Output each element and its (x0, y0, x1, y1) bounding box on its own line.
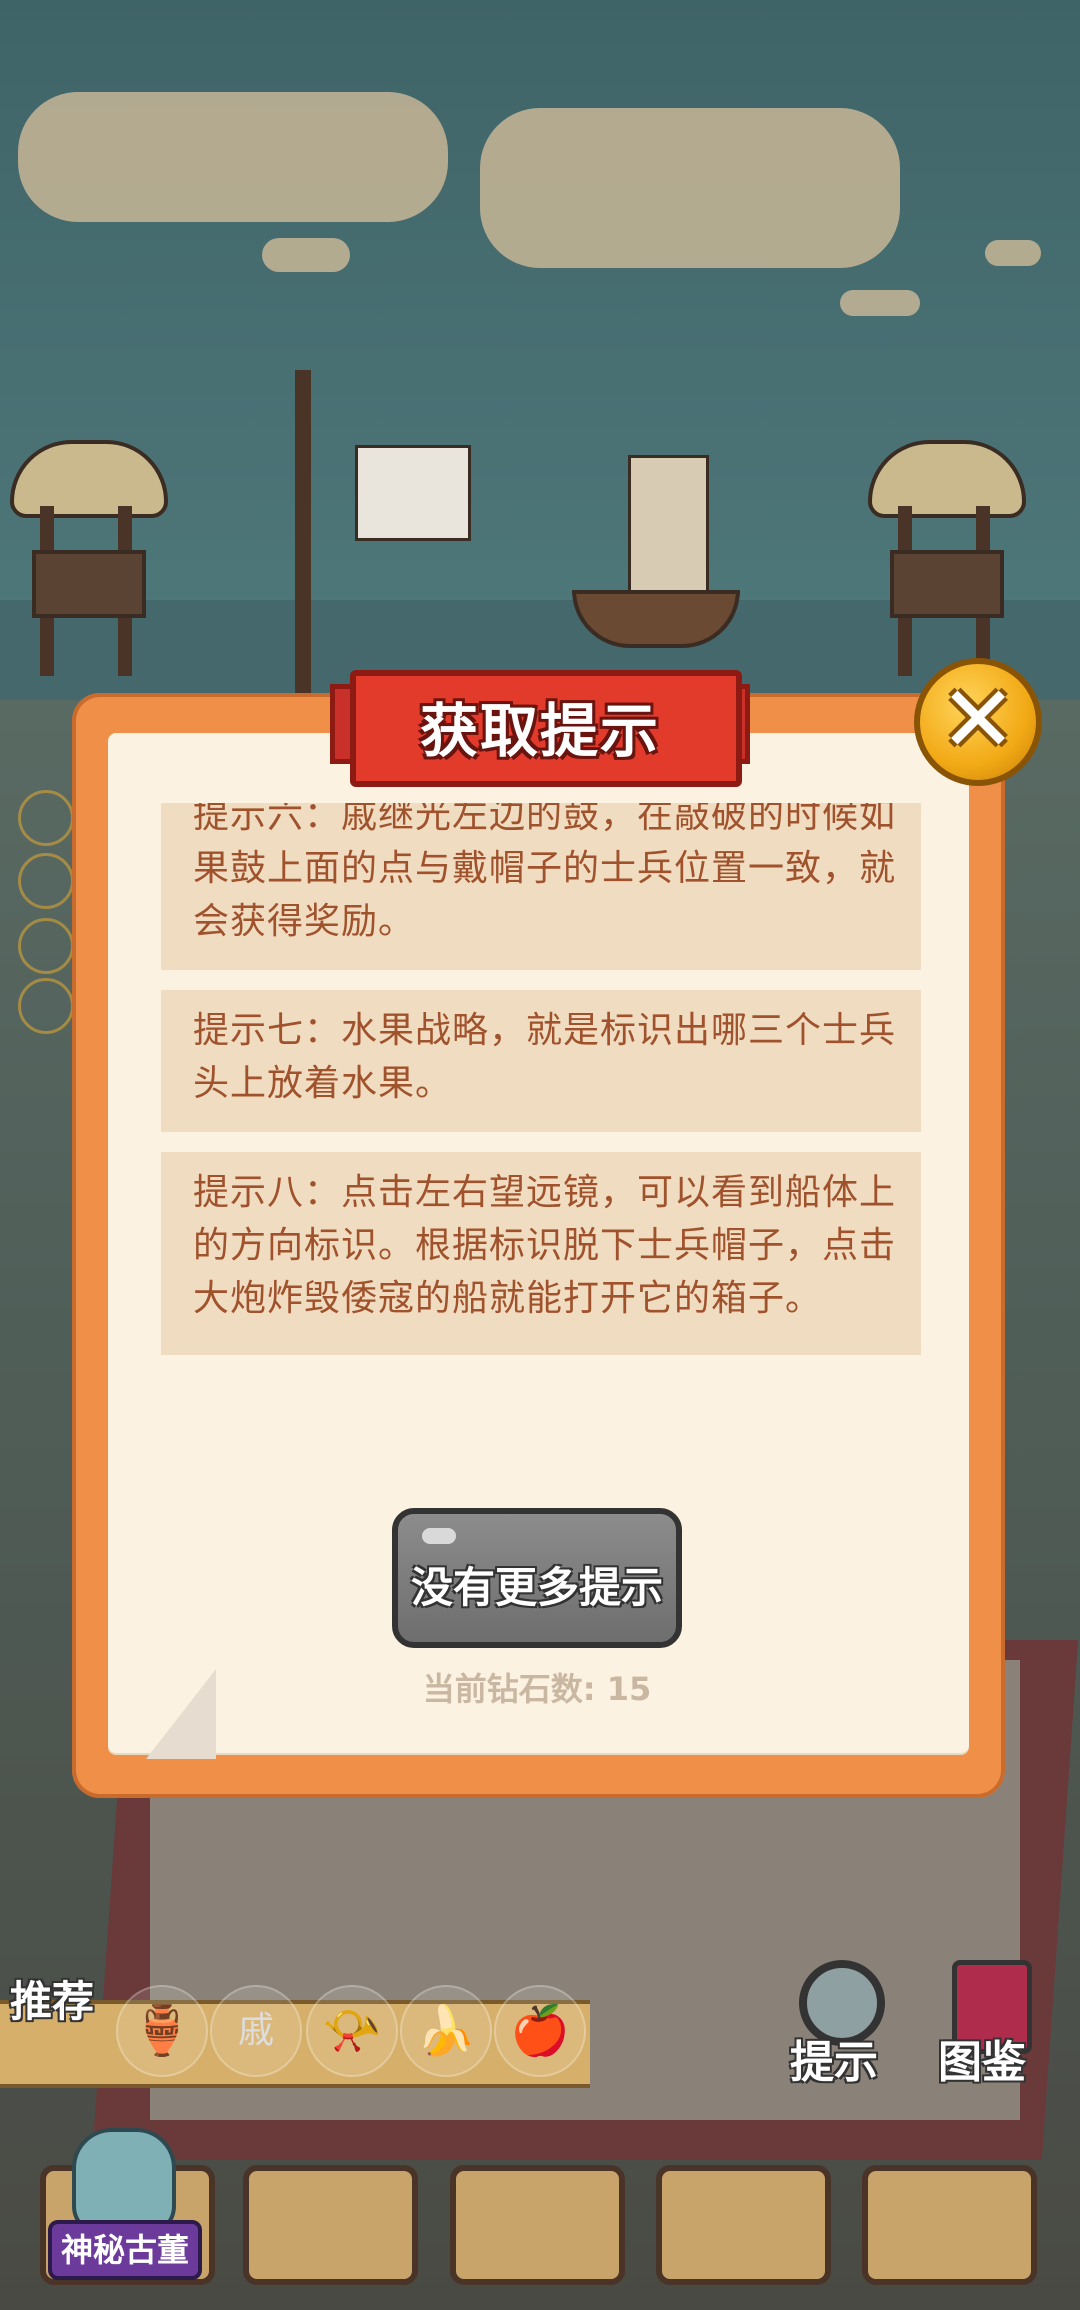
catalog-button-label: 图鉴 (938, 2037, 1026, 2088)
diamond-count: 当前钻石数: 15 (422, 1670, 652, 1708)
apple-icon[interactable]: 🍎 (494, 1985, 586, 2077)
gourd-icon[interactable]: 🏺 (116, 1985, 208, 2077)
paper-fold (146, 1669, 216, 1759)
hint-card: 提示八：点击左右望远镜，可以看到船体上的方向标识。根据标识脱下士兵帽子，点击大炮… (161, 1152, 921, 1355)
dialog-title-banner: 获取提示 (330, 662, 750, 787)
side-menu-icon[interactable] (18, 790, 74, 846)
hint-card: 提示六：戚继光左边的鼓，在敲破的时候如果鼓上面的点与戴帽子的士兵位置一致，就会获… (161, 803, 921, 970)
no-more-hints-button[interactable]: 没有更多提示 (392, 1508, 682, 1648)
close-button[interactable]: ✕ (914, 658, 1042, 786)
flag-pole (295, 370, 311, 710)
hint-text: 提示六：戚继光左边的鼓，在敲破的时候如果鼓上面的点与戴帽子的士兵位置一致，就会获… (193, 803, 897, 942)
recommend-label: 推荐 (10, 1977, 95, 2026)
watchtower-left (10, 440, 168, 676)
inventory-slot[interactable] (656, 2165, 831, 2285)
side-menu-icon[interactable] (18, 918, 74, 974)
side-menu-icon[interactable] (18, 978, 74, 1034)
hint-button-label: 提示 (790, 2037, 878, 2088)
hint-button[interactable]: 提示 (774, 1960, 894, 2090)
hint-text: 提示七：水果战略，就是标识出哪三个士兵头上放着水果。 (193, 1010, 897, 1104)
side-menu-icon[interactable] (18, 853, 74, 909)
hint-card: 提示七：水果战略，就是标识出哪三个士兵头上放着水果。 (161, 990, 921, 1132)
cloud (262, 238, 350, 272)
banana-icon[interactable]: 🍌 (400, 1985, 492, 2077)
cloud (18, 92, 448, 222)
watchtower-right (868, 440, 1026, 676)
hint-text: 提示八：点击左右望远镜，可以看到船体上的方向标识。根据标识脱下士兵帽子，点击大炮… (193, 1172, 897, 1319)
no-more-hints-label: 没有更多提示 (410, 1563, 663, 1612)
mystery-antique-label[interactable]: 神秘古董 (48, 2220, 202, 2280)
inventory-slot[interactable] (243, 2165, 418, 2285)
cloud (480, 108, 900, 268)
catalog-button[interactable]: 图鉴 (922, 1960, 1042, 2090)
close-icon: ✕ (939, 666, 1017, 773)
pirate-flag (355, 445, 471, 541)
inventory-slot[interactable] (862, 2165, 1037, 2285)
cloud (985, 240, 1041, 266)
ship-sail (628, 455, 709, 601)
banner-flag-icon[interactable]: 戚 (210, 1985, 302, 2077)
cloud (840, 290, 920, 316)
horn-icon[interactable]: 📯 (306, 1985, 398, 2077)
inventory-slot[interactable] (450, 2165, 625, 2285)
dialog-title: 获取提示 (419, 697, 660, 765)
